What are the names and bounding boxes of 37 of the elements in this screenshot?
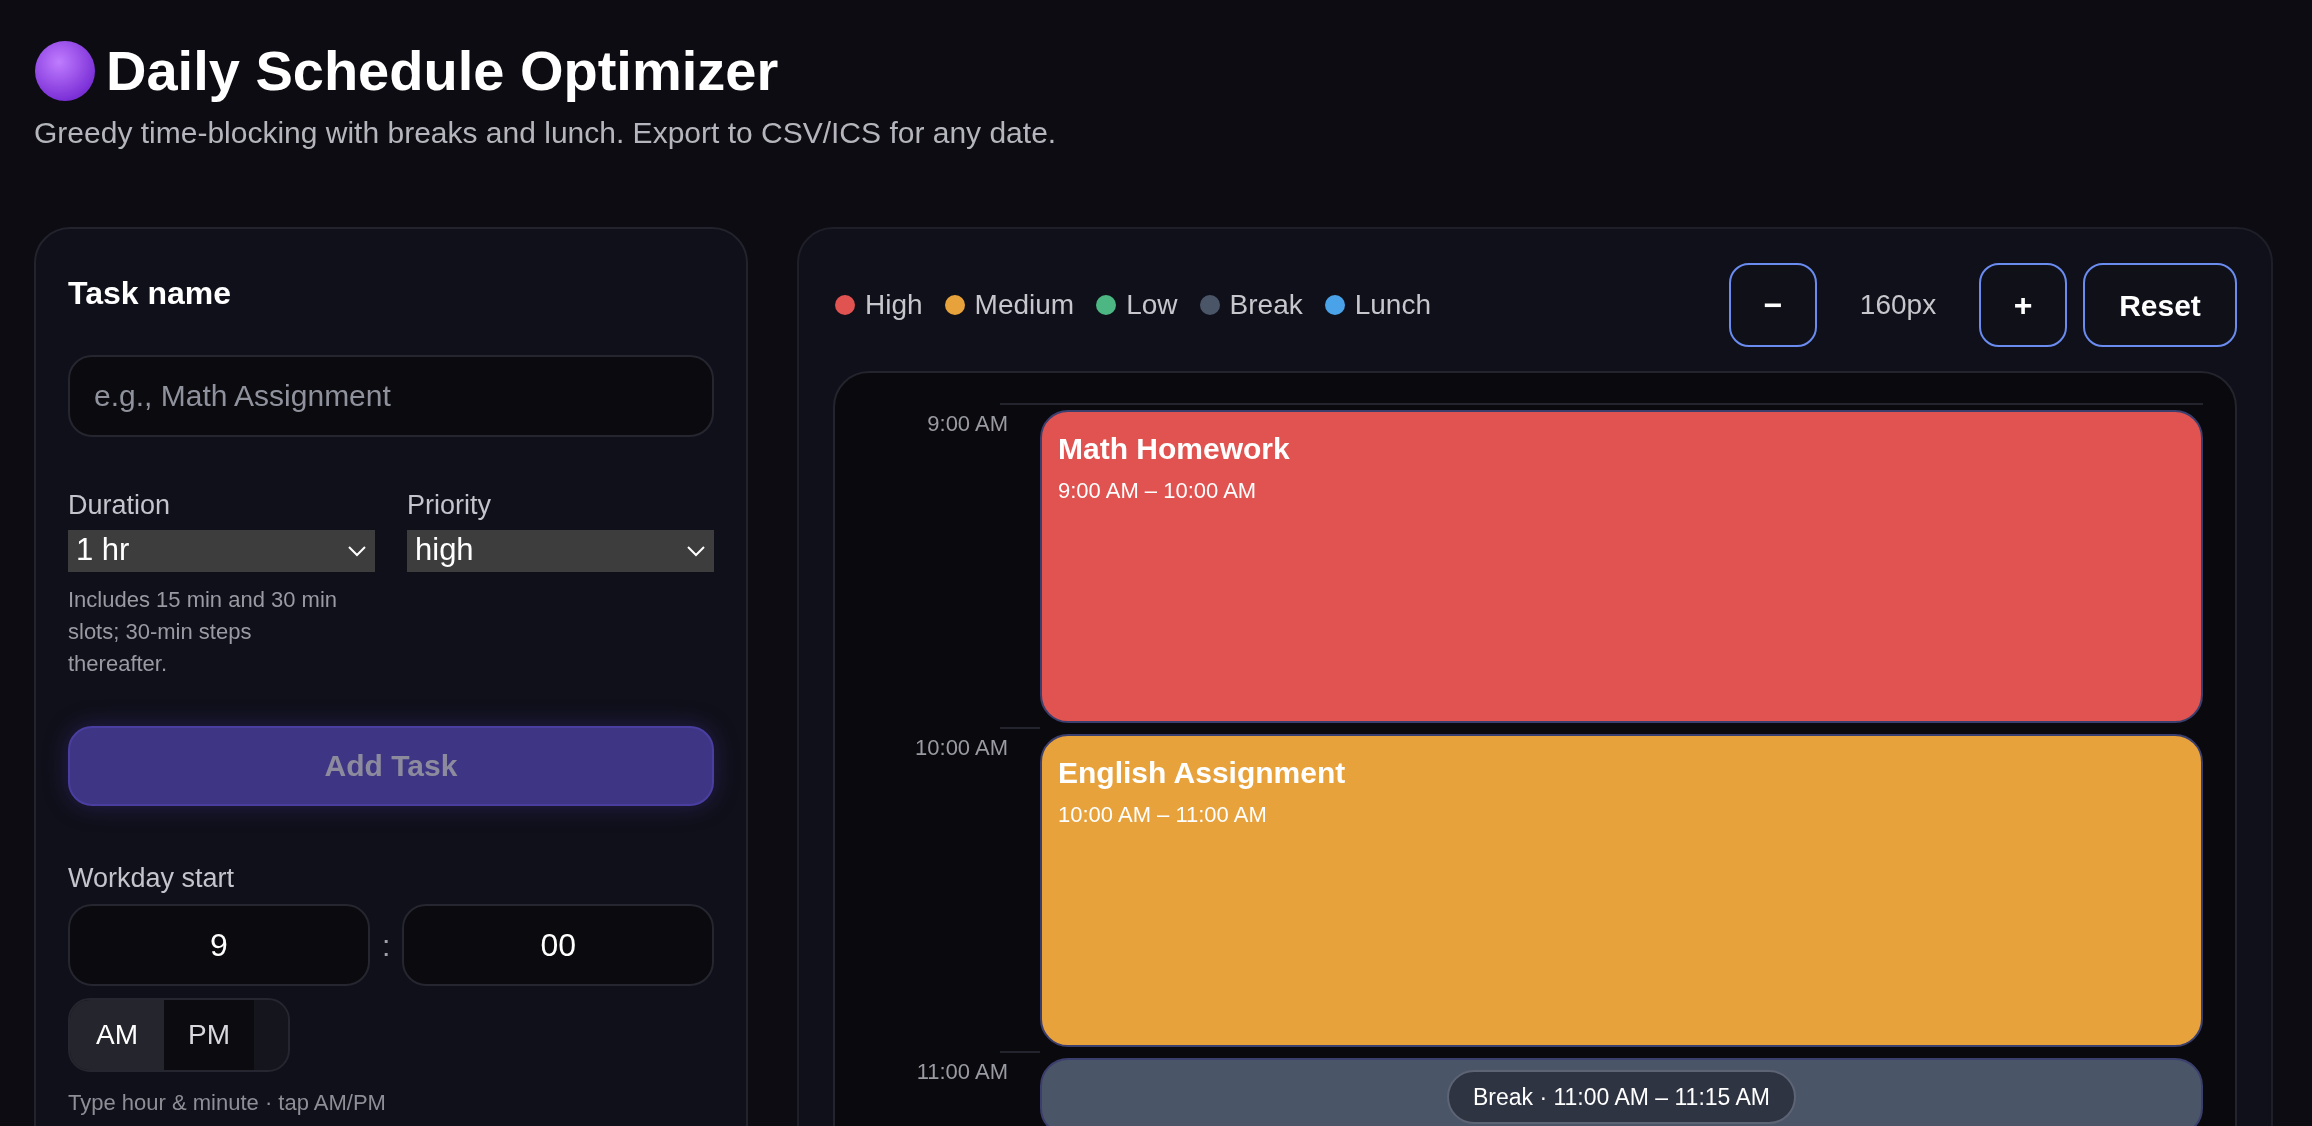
reset-button[interactable]: Reset [2083, 263, 2237, 347]
workday-start-label: Workday start [68, 861, 236, 895]
task-name-field[interactable]: e.g., Math Assignment [68, 355, 714, 437]
page-subtitle: Greedy time-blocking with breaks and lunch. Export to CSV/ICS for any date. [34, 115, 1058, 151]
duration-label: Duration [68, 489, 172, 522]
period-option[interactable]: AM [70, 1000, 164, 1070]
legend-label: Low [1126, 288, 1178, 322]
duration-hint: Includes 15 min and 30 min slots; 30-min steps thereafter. [68, 585, 338, 678]
duration-select[interactable]: 1 hr [68, 529, 375, 572]
task-title: English Assignment [1058, 755, 1347, 791]
legend-label: Break [1229, 288, 1303, 322]
priority-label: Priority [407, 489, 492, 522]
hour-label: 9:00 AM [926, 410, 1009, 438]
time-separator: : [382, 927, 391, 964]
task-time: 9:00 AM – 10:00 AM [1058, 476, 1258, 505]
legend-label: Medium [974, 288, 1075, 322]
task-time: 10:00 AM – 11:00 AM [1058, 800, 1268, 829]
chevron-down-icon [686, 544, 706, 557]
workday-hint: Type hour & minute · tap AM/PM [68, 1089, 387, 1117]
hour-label: 11:00 AM [915, 1058, 1009, 1086]
hour-field[interactable]: 9 [68, 904, 370, 986]
zoom-in-button[interactable]: + [1979, 263, 2067, 347]
legend-label: Lunch [1354, 288, 1431, 322]
minute-field[interactable]: 00 [402, 904, 714, 986]
circle-emoji-icon [34, 40, 96, 102]
period-option[interactable]: PM [164, 1000, 254, 1070]
zoom-out-button[interactable]: − [1729, 263, 1817, 347]
task-title: Math Homework [1058, 431, 1291, 467]
break-label: Break · 11:00 AM – 11:15 AM [1446, 1069, 1796, 1125]
priority-select[interactable]: high [407, 529, 714, 572]
chevron-down-icon [347, 544, 367, 557]
task-block[interactable]: Math Homework 9:00 AM – 10:00 AM [1040, 410, 2203, 723]
task-name-heading: Task name [68, 274, 233, 313]
break-block[interactable]: Break · 11:00 AM – 11:15 AM [1040, 1058, 2203, 1126]
legend-label: High [865, 288, 923, 322]
hour-label: 10:00 AM [914, 734, 1009, 762]
zoom-value: 160px [1858, 288, 1938, 322]
